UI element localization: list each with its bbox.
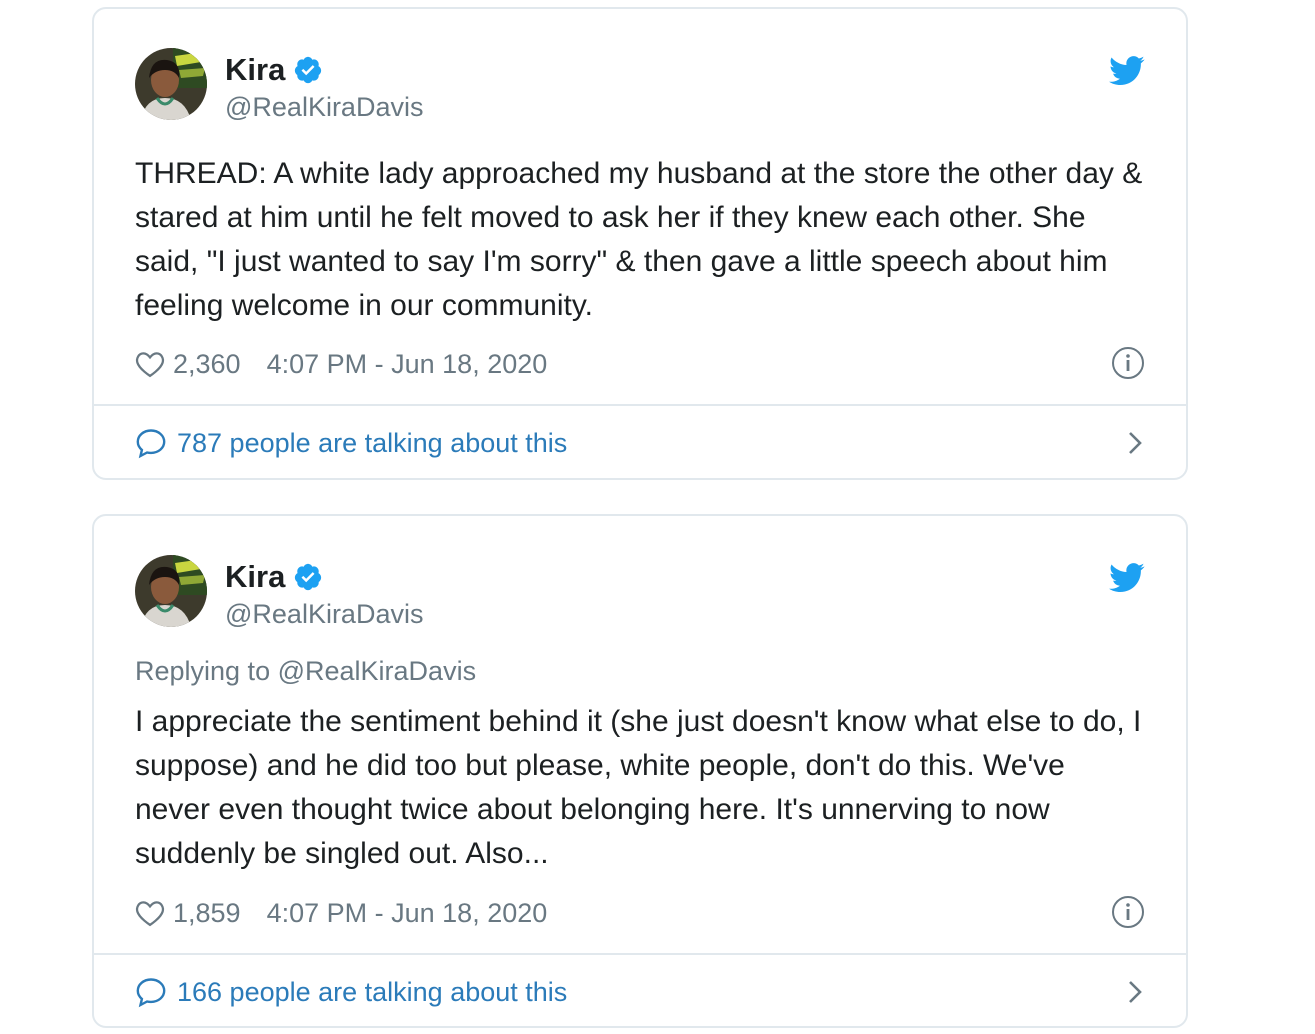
info-icon[interactable] bbox=[1111, 346, 1145, 380]
tweet-card[interactable]: Kira @RealKiraDavis THREAD: A white lady… bbox=[92, 7, 1188, 480]
verified-badge-icon bbox=[293, 562, 323, 592]
tweet-header: Kira @RealKiraDavis bbox=[94, 9, 1186, 131]
replying-to-prefix: Replying to bbox=[135, 656, 271, 686]
tweet-text: I appreciate the sentiment behind it (sh… bbox=[135, 705, 1150, 870]
divider bbox=[94, 404, 1186, 406]
author-names[interactable]: Kira @RealKiraDavis bbox=[225, 51, 423, 124]
heart-icon[interactable] bbox=[135, 899, 165, 927]
author-display-name[interactable]: Kira bbox=[225, 51, 285, 89]
twitter-bird-icon[interactable] bbox=[1109, 56, 1145, 86]
conversation-label[interactable]: 166 people are talking about this bbox=[177, 977, 567, 1008]
conversation-label[interactable]: 787 people are talking about this bbox=[177, 428, 567, 459]
chevron-right-icon[interactable] bbox=[1125, 978, 1145, 1006]
avatar[interactable] bbox=[135, 48, 207, 120]
avatar[interactable] bbox=[135, 555, 207, 627]
like-count[interactable]: 2,360 bbox=[173, 349, 241, 380]
author-display-name[interactable]: Kira bbox=[225, 558, 285, 596]
replying-to-handle[interactable]: @RealKiraDavis bbox=[278, 656, 476, 686]
tweet-timestamp[interactable]: 4:07 PM - Jun 18, 2020 bbox=[267, 898, 548, 929]
tweet-meta: 2,360 4:07 PM - Jun 18, 2020 bbox=[135, 346, 1145, 382]
info-icon[interactable] bbox=[1111, 895, 1145, 929]
tweet-card[interactable]: Kira @RealKiraDavis Replying to @RealKir… bbox=[92, 514, 1188, 1028]
chevron-right-icon[interactable] bbox=[1125, 429, 1145, 457]
verified-badge-icon bbox=[293, 55, 323, 85]
heart-icon[interactable] bbox=[135, 350, 165, 378]
like-count[interactable]: 1,859 bbox=[173, 898, 241, 929]
twitter-bird-icon[interactable] bbox=[1109, 563, 1145, 593]
tweet-timestamp[interactable]: 4:07 PM - Jun 18, 2020 bbox=[267, 349, 548, 380]
author-handle[interactable]: @RealKiraDavis bbox=[225, 90, 423, 124]
tweet-text: THREAD: A white lady approached my husba… bbox=[135, 157, 1151, 322]
author-handle[interactable]: @RealKiraDavis bbox=[225, 597, 423, 631]
conversation-link[interactable]: 787 people are talking about this bbox=[135, 423, 1145, 463]
divider bbox=[94, 953, 1186, 955]
speech-bubble-icon bbox=[135, 976, 167, 1008]
replying-to-line: Replying to @RealKiraDavis bbox=[135, 656, 476, 687]
tweet-meta: 1,859 4:07 PM - Jun 18, 2020 bbox=[135, 895, 1145, 931]
speech-bubble-icon bbox=[135, 427, 167, 459]
conversation-link[interactable]: 166 people are talking about this bbox=[135, 972, 1145, 1012]
tweet-header: Kira @RealKiraDavis bbox=[94, 516, 1186, 638]
author-names[interactable]: Kira @RealKiraDavis bbox=[225, 558, 423, 631]
